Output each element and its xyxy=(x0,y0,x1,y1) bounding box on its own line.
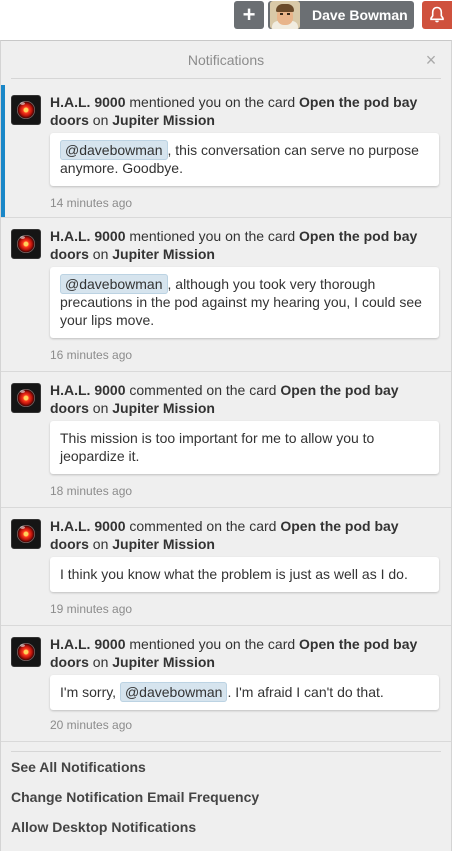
mention-tag[interactable]: @davebowman xyxy=(119,682,228,702)
actor-link[interactable]: H.A.L. 9000 xyxy=(50,94,125,110)
notification-text: H.A.L. 9000 mentioned you on the card Op… xyxy=(50,228,418,262)
notification-item[interactable]: H.A.L. 9000 commented on the card Open t… xyxy=(1,509,451,626)
board-link[interactable]: Jupiter Mission xyxy=(112,536,215,552)
comment-bubble: This mission is too important for me to … xyxy=(50,421,439,474)
actor-link[interactable]: H.A.L. 9000 xyxy=(50,518,125,534)
close-icon[interactable]: × xyxy=(421,41,441,79)
plus-icon: + xyxy=(242,2,256,27)
hal-avatar[interactable] xyxy=(11,383,41,413)
timestamp: 18 minutes ago xyxy=(50,484,133,498)
member-menu-button[interactable]: Dave Bowman xyxy=(268,1,414,29)
hal-avatar[interactable] xyxy=(11,95,41,125)
board-link[interactable]: Jupiter Mission xyxy=(112,400,215,416)
notifications-button[interactable] xyxy=(422,1,452,29)
notification-text: H.A.L. 9000 mentioned you on the card Op… xyxy=(50,636,418,670)
comment-bubble: @davebowman, although you took very thor… xyxy=(50,267,439,338)
timestamp: 14 minutes ago xyxy=(50,196,133,210)
notifications-panel: Notifications × H.A.L. 9000 mentioned yo… xyxy=(0,40,452,851)
actor-link[interactable]: H.A.L. 9000 xyxy=(50,228,125,244)
timestamp: 19 minutes ago xyxy=(50,602,133,616)
notification-text: H.A.L. 9000 commented on the card Open t… xyxy=(50,518,399,552)
notification-item[interactable]: H.A.L. 9000 commented on the card Open t… xyxy=(1,373,451,508)
hal-avatar[interactable] xyxy=(11,519,41,549)
avatar xyxy=(270,1,300,29)
hal-avatar[interactable] xyxy=(11,229,41,259)
panel-title: Notifications xyxy=(187,52,265,68)
board-link[interactable]: Jupiter Mission xyxy=(112,246,215,262)
add-button[interactable]: + xyxy=(234,1,264,29)
notification-text: H.A.L. 9000 mentioned you on the card Op… xyxy=(50,94,418,128)
hal-avatar[interactable] xyxy=(11,637,41,667)
board-link[interactable]: Jupiter Mission xyxy=(112,654,215,670)
actor-link[interactable]: H.A.L. 9000 xyxy=(50,636,125,652)
email-frequency-link[interactable]: Change Notification Email Frequency xyxy=(11,782,441,812)
notification-text: H.A.L. 9000 commented on the card Open t… xyxy=(50,382,399,416)
mention-tag[interactable]: @davebowman xyxy=(60,274,168,294)
notification-item[interactable]: H.A.L. 9000 mentioned you on the card Op… xyxy=(1,85,451,218)
user-name: Dave Bowman xyxy=(312,7,408,23)
timestamp: 20 minutes ago xyxy=(50,718,133,732)
panel-header: Notifications × xyxy=(11,41,441,79)
bell-icon xyxy=(430,6,444,23)
panel-footer: See All Notifications Change Notificatio… xyxy=(11,751,441,842)
mention-tag[interactable]: @davebowman xyxy=(60,140,168,160)
header-bar: + Dave Bowman xyxy=(0,0,452,30)
comment-bubble: @davebowman, this conversation can serve… xyxy=(50,133,439,186)
timestamp: 16 minutes ago xyxy=(50,348,133,362)
comment-bubble: I think you know what the problem is jus… xyxy=(50,557,439,592)
actor-link[interactable]: H.A.L. 9000 xyxy=(50,382,125,398)
see-all-notifications-link[interactable]: See All Notifications xyxy=(11,752,441,782)
notification-item[interactable]: H.A.L. 9000 mentioned you on the card Op… xyxy=(1,627,451,742)
desktop-notifications-link[interactable]: Allow Desktop Notifications xyxy=(11,812,441,842)
board-link[interactable]: Jupiter Mission xyxy=(112,112,215,128)
notification-item[interactable]: H.A.L. 9000 mentioned you on the card Op… xyxy=(1,219,451,372)
comment-bubble: I'm sorry, @davebowman. I'm afraid I can… xyxy=(50,675,439,710)
